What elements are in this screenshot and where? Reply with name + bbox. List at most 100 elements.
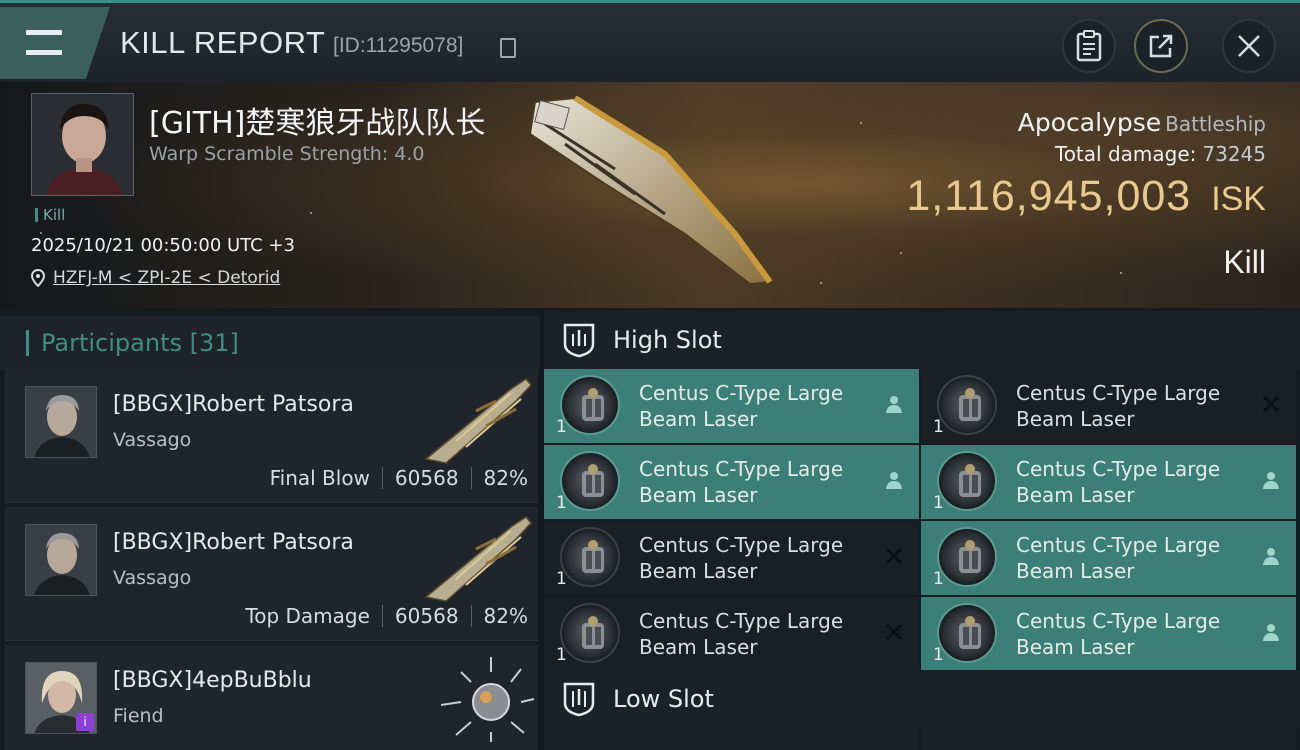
module-quantity: 1 <box>933 493 944 513</box>
high-slot-label: High Slot <box>613 326 722 354</box>
module-item[interactable]: 1 Centus C-Type Large Beam Laser <box>544 521 919 595</box>
share-icon <box>1149 34 1173 58</box>
close-icon <box>1238 35 1260 57</box>
participant-percent: 82% <box>483 466 528 490</box>
laser-module-icon <box>560 527 620 587</box>
participants-label: Participants <box>41 329 182 357</box>
module-name-line1: Centus C-Type Large <box>1016 609 1221 633</box>
member-badge-icon: i <box>76 713 94 731</box>
participants-header: Participants [31] <box>0 316 540 370</box>
module-item[interactable]: 1 Centus C-Type Large Beam Laser <box>544 369 919 443</box>
laser-module-icon <box>937 451 997 511</box>
module-item[interactable]: 1 Centus C-Type Large Beam Laser <box>921 445 1296 519</box>
clipboard-icon <box>1076 30 1102 62</box>
module-quantity: 1 <box>556 569 567 589</box>
module-item[interactable]: 1 Centus C-Type Large Beam Laser <box>544 445 919 519</box>
kill-location[interactable]: HZFJ-M < ZPI-2E < Detorid <box>31 268 280 288</box>
dropped-person-icon <box>886 396 902 413</box>
low-slot-header: Low Slot <box>544 670 1300 728</box>
laser-module-icon <box>560 451 620 511</box>
participant-ship: Vassago <box>113 567 192 589</box>
laser-module-icon <box>937 527 997 587</box>
participant-damage: 60568 <box>394 604 459 628</box>
laser-module-icon <box>937 375 997 435</box>
participant-name: [BBGX]4epBuBblu <box>113 668 312 693</box>
module-item[interactable]: 1 Centus C-Type Large Beam Laser <box>921 521 1296 595</box>
module-name: Centus C-Type Large Beam Laser <box>639 532 859 584</box>
victim-ship[interactable]: Apocalypse Battleship <box>1018 108 1266 137</box>
participant-ship: Vassago <box>113 429 192 451</box>
dropped-person-icon <box>1263 548 1279 565</box>
module-quantity: 1 <box>556 417 567 437</box>
clipboard-button[interactable] <box>1062 19 1116 73</box>
dropped-person-icon <box>886 472 902 489</box>
laser-module-icon <box>937 603 997 663</box>
share-button[interactable] <box>1134 19 1188 73</box>
menu-button[interactable] <box>0 7 110 79</box>
victim-panel: [GITH]楚寒狼牙战队队长 Warp Scramble Strength: 4… <box>0 82 1300 308</box>
module-name-line1: Centus C-Type Large <box>1016 381 1221 405</box>
module-name-line1: Centus C-Type Large <box>639 381 844 405</box>
module-name: Centus C-Type Large Beam Laser <box>1016 532 1236 584</box>
report-id: [ID:11295078] <box>333 34 464 57</box>
module-item[interactable]: 1 Centus C-Type Large Beam Laser <box>544 597 919 671</box>
module-name-line2: Beam Laser <box>639 635 758 659</box>
participant-percent: 82% <box>483 604 528 628</box>
module-name-line2: Beam Laser <box>1016 407 1135 431</box>
vassago-ship-icon <box>424 516 533 602</box>
dropped-person-icon <box>1263 624 1279 641</box>
module-name-line2: Beam Laser <box>1016 635 1135 659</box>
module-quantity: 1 <box>556 493 567 513</box>
low-slot-item-partial[interactable] <box>544 728 919 750</box>
participant-stats: Final Blow 60568 82% <box>270 466 528 490</box>
page-title: KILL REPORT <box>120 25 326 60</box>
high-slot-header: High Slot <box>544 311 1300 369</box>
isk-unit: ISK <box>1211 180 1266 218</box>
fitting-panel: High Slot 1 Centus C-Type Large Beam Laser… <box>544 308 1300 750</box>
module-name-line1: Centus C-Type Large <box>1016 457 1221 481</box>
module-name: Centus C-Type Large Beam Laser <box>1016 456 1236 508</box>
warp-scramble-strength: Warp Scramble Strength: 4.0 <box>149 143 425 165</box>
participant-avatar: i <box>25 662 97 734</box>
module-name-line2: Beam Laser <box>639 559 758 583</box>
victim-ship-image <box>528 95 773 286</box>
ship-class: Battleship <box>1165 112 1266 136</box>
low-slot-item-partial[interactable] <box>921 728 1296 750</box>
isk-value: 1,116,945,003 ISK <box>906 172 1266 221</box>
participant-card[interactable]: [BBGX]Robert Patsora Vassago Final Blow … <box>5 369 538 503</box>
module-name-line2: Beam Laser <box>639 483 758 507</box>
participant-avatar <box>25 386 97 458</box>
participant-role: Top Damage <box>245 604 370 628</box>
module-name: Centus C-Type Large Beam Laser <box>639 380 859 432</box>
destroyed-x-icon <box>1263 396 1279 412</box>
module-name-line2: Beam Laser <box>1016 483 1135 507</box>
participant-name: [BBGX]Robert Patsora <box>113 392 354 417</box>
location-link[interactable]: HZFJ-M < ZPI-2E < Detorid <box>53 268 280 288</box>
module-quantity: 1 <box>933 569 944 589</box>
participant-card[interactable]: [BBGX]Robert Patsora Vassago Top Damage … <box>5 507 538 641</box>
dropped-person-icon <box>1263 472 1279 489</box>
kill-result: Kill <box>1223 244 1266 280</box>
close-button[interactable] <box>1222 19 1276 73</box>
participant-ship: Fiend <box>113 705 164 727</box>
top-bar: KILL REPORT [ID:11295078] <box>0 0 1300 82</box>
participants-count: [31] <box>189 329 239 357</box>
module-name: Centus C-Type Large Beam Laser <box>1016 608 1236 660</box>
location-pin-icon <box>31 269 45 287</box>
module-name: Centus C-Type Large Beam Laser <box>1016 380 1236 432</box>
isk-amount: 1,116,945,003 <box>906 172 1192 220</box>
high-slot-icon <box>563 323 595 358</box>
victim-name[interactable]: [GITH]楚寒狼牙战队队长 <box>149 98 485 142</box>
module-quantity: 1 <box>933 417 944 437</box>
module-quantity: 1 <box>556 645 567 665</box>
victim-avatar[interactable] <box>31 93 134 196</box>
module-name-line1: Centus C-Type Large <box>639 609 844 633</box>
participant-card[interactable]: i [BBGX]4epBuBblu Fiend <box>5 645 538 750</box>
participant-role: Final Blow <box>269 466 370 490</box>
participant-avatar <box>25 524 97 596</box>
module-item[interactable]: 1 Centus C-Type Large Beam Laser <box>921 369 1296 443</box>
module-name: Centus C-Type Large Beam Laser <box>639 456 859 508</box>
module-quantity: 1 <box>933 645 944 665</box>
module-item[interactable]: 1 Centus C-Type Large Beam Laser <box>921 597 1296 671</box>
copy-id-icon[interactable] <box>500 38 516 58</box>
